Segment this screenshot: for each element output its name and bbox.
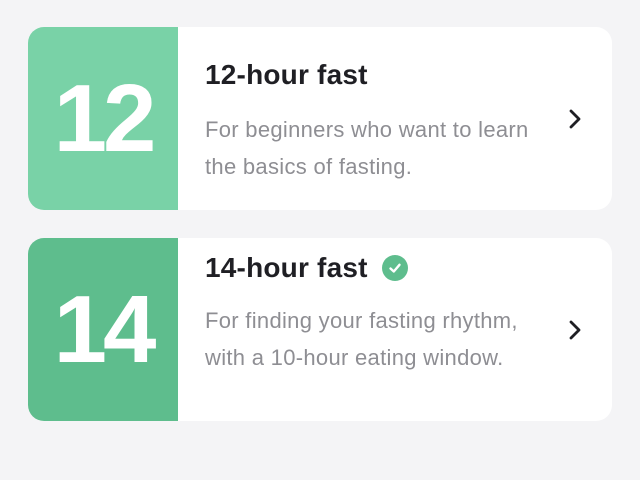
fasting-plan-list: 12 12-hour fast For beginners who want t… [0, 0, 640, 480]
plan-description: For finding your fasting rhythm, with a … [205, 308, 518, 370]
plan-card-12-hour[interactable]: 12 12-hour fast For beginners who want t… [28, 27, 612, 210]
plan-number-badge: 12 [28, 27, 178, 210]
plan-card-14-hour[interactable]: 14 14-hour fast For finding your fasting… [28, 238, 612, 421]
plan-content: 12-hour fast For beginners who want to l… [178, 27, 612, 210]
plan-title-row: 12-hour fast [205, 59, 542, 91]
plan-number: 12 [53, 64, 157, 172]
plan-title: 12-hour fast [205, 59, 368, 90]
plan-title-row: 14-hour fast [205, 252, 542, 284]
chevron-right-icon[interactable] [566, 317, 584, 343]
plan-number-badge: 14 [28, 238, 178, 421]
chevron-right-icon[interactable] [566, 106, 584, 132]
plan-number: 14 [53, 275, 157, 383]
plan-description: For beginners who want to learn the basi… [205, 117, 529, 179]
plan-content: 14-hour fast For finding your fasting rh… [178, 238, 612, 421]
check-circle-icon [381, 255, 408, 281]
plan-title: 14-hour fast [205, 252, 368, 283]
